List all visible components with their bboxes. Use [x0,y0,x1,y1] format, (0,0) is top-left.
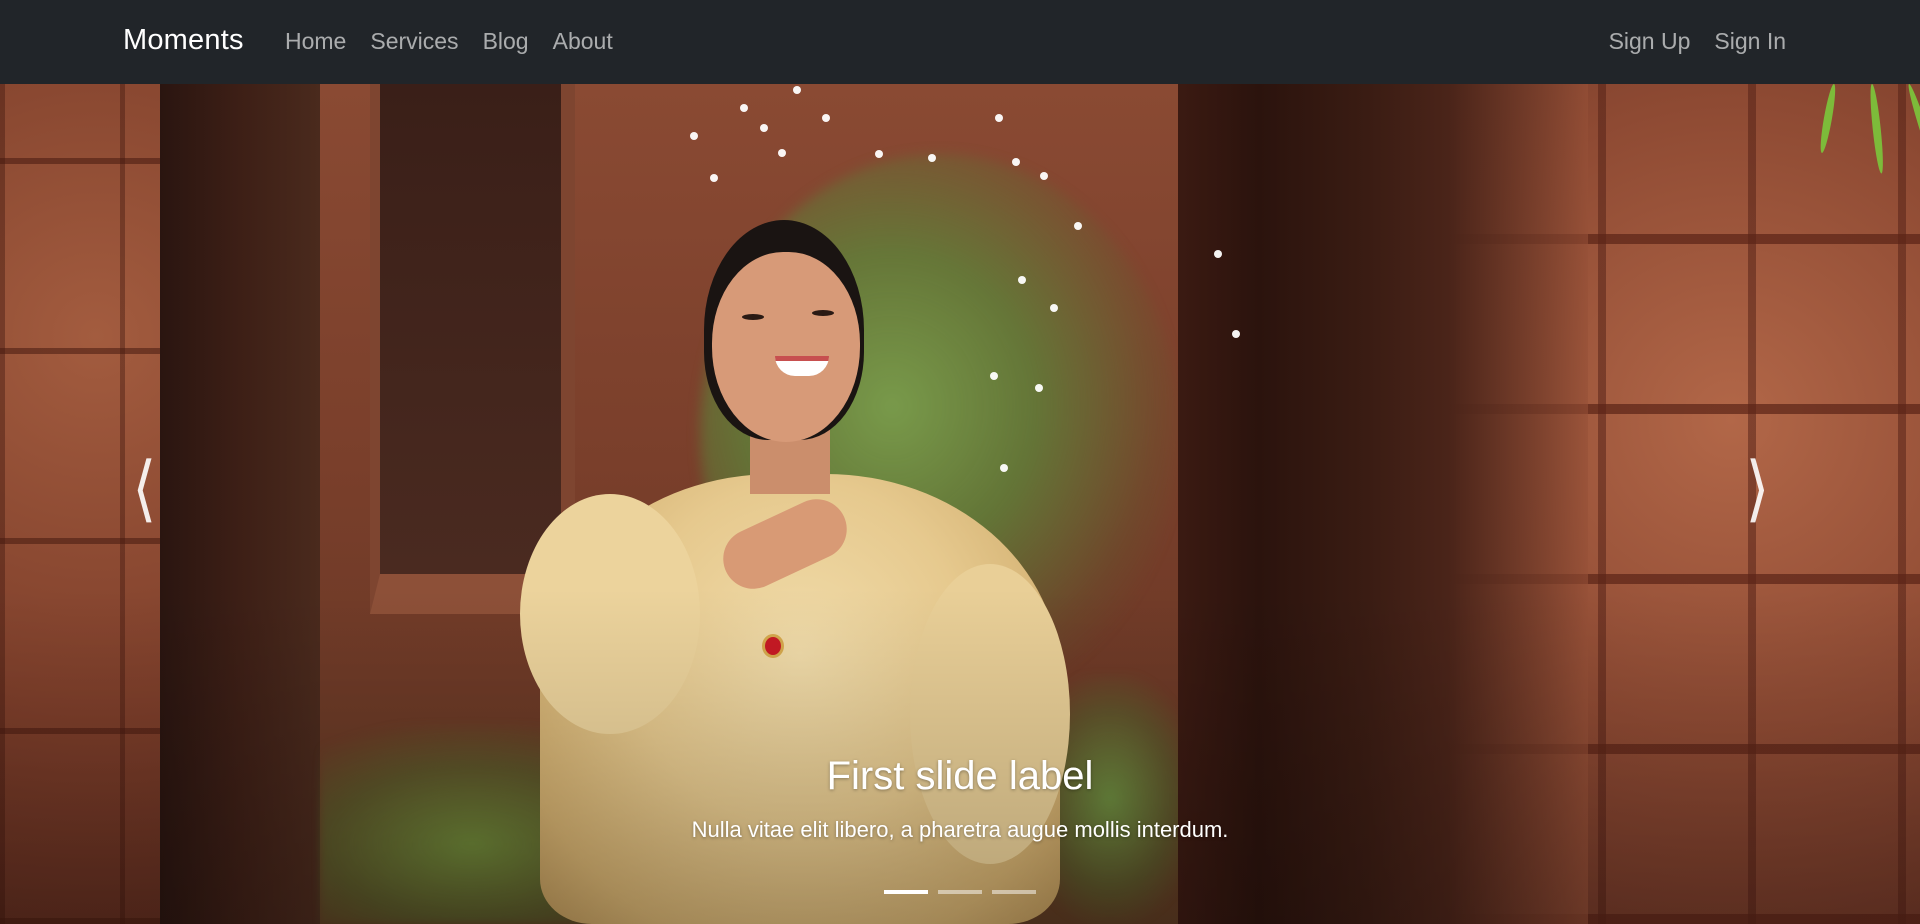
top-navbar: Moments Home Services Blog About Sign Up… [0,0,1920,84]
brand-logo[interactable]: Moments [123,24,244,57]
nav-home[interactable]: Home [285,28,358,55]
main-nav: Home Services Blog About [285,28,625,55]
sign-up-link[interactable]: Sign Up [1597,28,1703,55]
nav-services[interactable]: Services [358,28,470,55]
carousel-indicators [0,890,1920,894]
nav-about[interactable]: About [541,28,625,55]
carousel-indicator-2[interactable] [938,890,982,894]
chevron-left-icon: ❬ [130,449,160,523]
slide-text: Nulla vitae elit libero, a pharetra augu… [691,817,1229,842]
carousel-indicator-1[interactable] [884,890,928,894]
slide-title: First slide label [826,754,1094,798]
sign-in-link[interactable]: Sign In [1702,28,1786,55]
chevron-right-icon: ❭ [1742,449,1772,523]
auth-nav: Sign Up Sign In [1597,28,1786,55]
nav-blog[interactable]: Blog [471,28,541,55]
hero-carousel: ❬ ❭ First slide label Nulla vitae elit l… [0,84,1920,924]
carousel-indicator-3[interactable] [992,890,1036,894]
slide-caption: First slide label Nulla vitae elit liber… [0,754,1920,843]
